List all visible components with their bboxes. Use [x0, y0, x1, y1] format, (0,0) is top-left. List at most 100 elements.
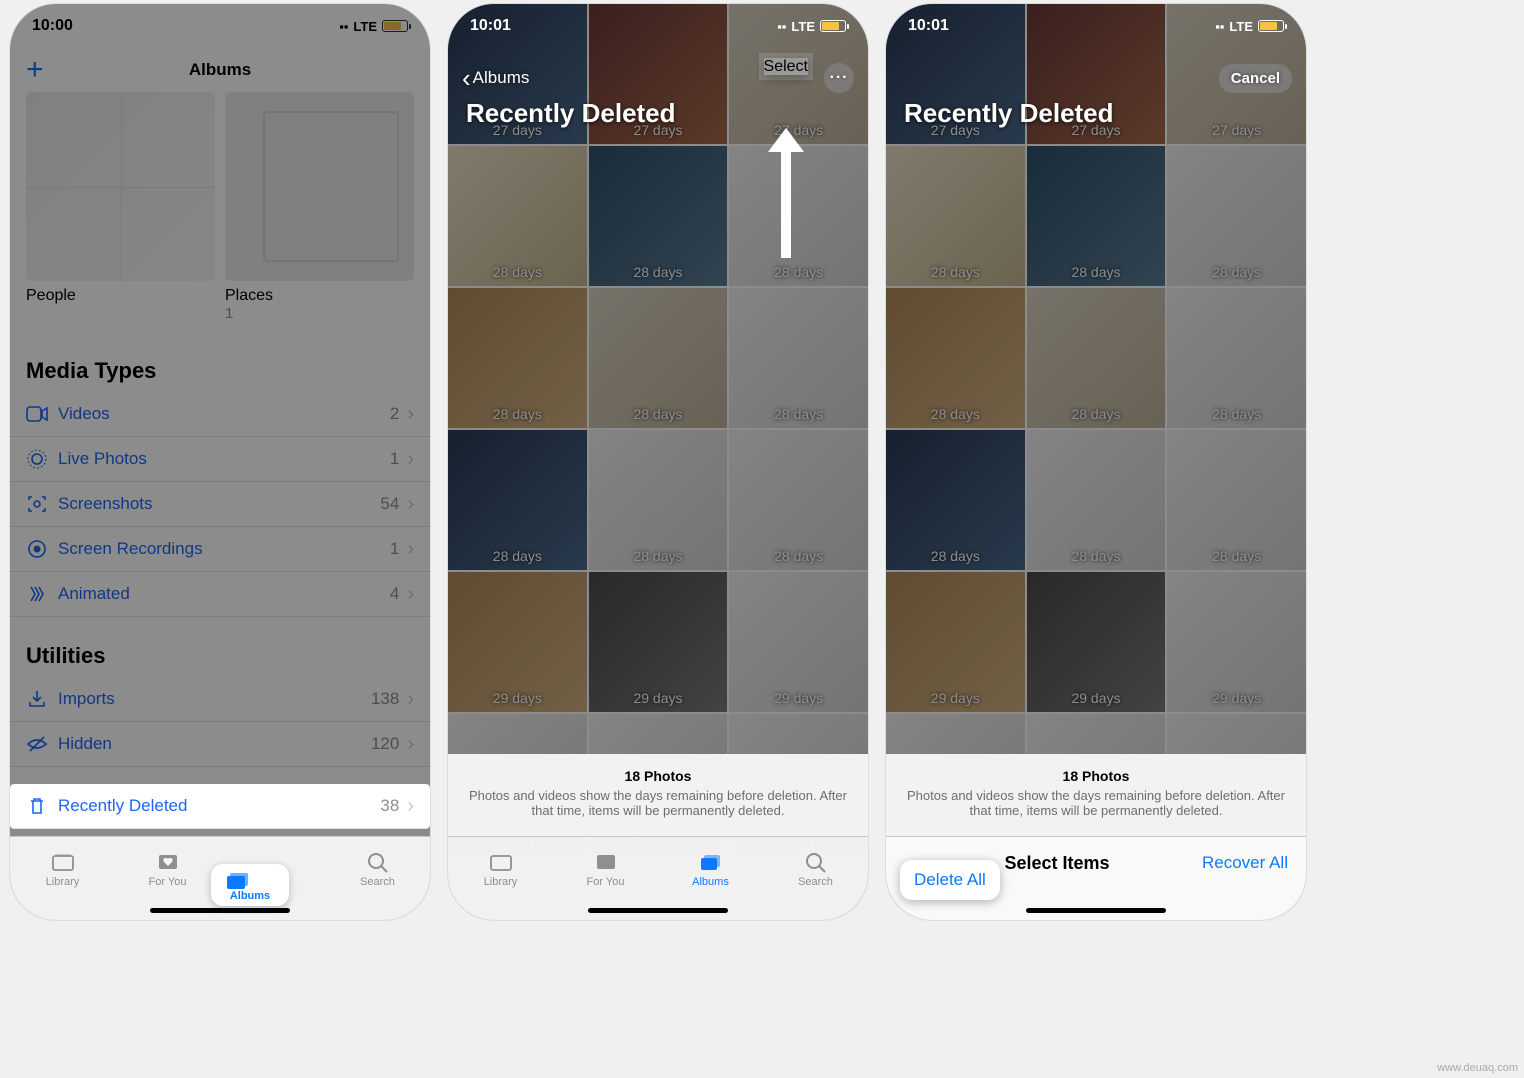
network-lte: LTE — [353, 19, 377, 34]
row-label: Animated — [58, 584, 390, 604]
tab-bar: Library For You Albums Search — [448, 836, 868, 920]
days-badge: 28 days — [448, 264, 587, 280]
tab-search[interactable]: Search — [325, 837, 430, 902]
days-badge: 28 days — [886, 406, 1025, 422]
footer-note: Photos and videos show the days remainin… — [907, 788, 1285, 818]
album-count: 1 — [225, 305, 414, 322]
home-indicator — [1026, 908, 1166, 913]
row-hidden[interactable]: Hidden 120 › — [10, 722, 430, 767]
albums-icon — [225, 870, 275, 890]
signal-icon: ▪▪ — [1215, 19, 1224, 34]
media-types-list: Videos 2 › Live Photos 1 › Screenshots 5… — [10, 392, 430, 617]
tab-label: Search — [798, 876, 833, 888]
recently-deleted-icon — [26, 795, 58, 817]
album-title: Recently Deleted — [466, 98, 676, 129]
chevron-right-icon: › — [407, 688, 414, 711]
tab-for-you[interactable]: For You — [115, 837, 220, 902]
photo-count: 18 Photos — [906, 768, 1286, 784]
chevron-right-icon: › — [407, 538, 414, 561]
row-label: Videos — [58, 404, 390, 424]
library-icon — [488, 851, 514, 873]
row-videos[interactable]: Videos 2 › — [10, 392, 430, 437]
days-badge: 28 days — [1167, 406, 1306, 422]
tab-search[interactable]: Search — [763, 837, 868, 902]
signal-icon: ▪▪ — [339, 19, 348, 34]
select-button-highlight[interactable]: Select — [764, 58, 808, 76]
days-badge: 28 days — [448, 406, 587, 422]
rd-footer: 18 Photos Photos and videos show the day… — [886, 754, 1306, 836]
tab-label: For You — [587, 876, 625, 888]
row-count: 1 — [390, 449, 399, 469]
battery-icon — [382, 20, 408, 32]
days-badge: 29 days — [1167, 690, 1306, 706]
home-indicator — [150, 908, 290, 913]
for-you-icon — [593, 851, 619, 873]
row-count: 54 — [380, 494, 399, 514]
days-badge: 28 days — [886, 264, 1025, 280]
album-label: People — [26, 287, 215, 305]
phone-panel-deleteall: 27 days 27 days 27 days 28 days 28 days … — [886, 4, 1306, 920]
chevron-right-icon: › — [407, 583, 414, 606]
tab-label: For You — [149, 876, 187, 888]
chevron-right-icon: › — [407, 493, 414, 516]
album-places[interactable]: Places 1 — [225, 92, 414, 322]
row-count: 2 — [390, 404, 399, 424]
chevron-right-icon: › — [407, 795, 414, 818]
recover-all-button[interactable]: Recover All — [1202, 853, 1288, 873]
row-count: 1 — [390, 539, 399, 559]
days-badge: 28 days — [729, 406, 868, 422]
tab-label: Search — [360, 876, 395, 888]
days-badge: 28 days — [729, 264, 868, 280]
status-bar: 10:01 ▪▪ LTE — [886, 4, 1306, 48]
row-animated[interactable]: Animated 4 › — [10, 572, 430, 617]
days-badge: 29 days — [448, 690, 587, 706]
row-count: 4 — [390, 584, 399, 604]
albums-icon — [698, 851, 724, 873]
days-badge: 28 days — [1167, 264, 1306, 280]
footer-note: Photos and videos show the days remainin… — [469, 788, 847, 818]
search-icon — [803, 851, 829, 873]
row-screen-recordings[interactable]: Screen Recordings 1 › — [10, 527, 430, 572]
tab-albums[interactable]: Albums — [658, 837, 763, 902]
phone-panel-albums: 10:00 ▪▪ LTE + Albums People Places — [10, 4, 430, 920]
album-people[interactable]: People — [26, 92, 215, 322]
rd-footer: 18 Photos Photos and videos show the day… — [448, 754, 868, 836]
photo-count: 18 Photos — [468, 768, 848, 784]
row-screenshots[interactable]: Screenshots 54 › — [10, 482, 430, 527]
back-button[interactable]: Albums — [473, 68, 530, 88]
back-chevron-icon[interactable]: ‹ — [462, 63, 471, 94]
chevron-right-icon: › — [407, 733, 414, 756]
cancel-button[interactable]: Cancel — [1219, 64, 1292, 93]
row-recently-deleted[interactable]: Recently Deleted 38 › — [10, 784, 430, 829]
for-you-icon — [155, 851, 181, 873]
tab-library[interactable]: Library — [10, 837, 115, 902]
delete-all-button[interactable]: Delete All — [900, 860, 1000, 900]
battery-icon — [1258, 20, 1284, 32]
row-label: Screen Recordings — [58, 539, 390, 559]
row-label: Screenshots — [58, 494, 380, 514]
row-label: Recently Deleted — [58, 796, 380, 816]
row-live-photos[interactable]: Live Photos 1 › — [10, 437, 430, 482]
days-badge: 27 days — [1167, 122, 1306, 138]
more-button[interactable]: ··· — [824, 63, 854, 93]
tab-albums-highlight[interactable]: Albums — [211, 864, 289, 906]
row-count: 38 — [380, 796, 399, 816]
days-badge: 29 days — [729, 690, 868, 706]
live-photos-icon — [26, 448, 58, 470]
battery-icon — [820, 20, 846, 32]
status-time: 10:00 — [32, 17, 73, 35]
select-items-label: Select Items — [1004, 853, 1109, 874]
row-imports[interactable]: Imports 138 › — [10, 677, 430, 722]
days-badge: 28 days — [1027, 264, 1166, 280]
tab-library[interactable]: Library — [448, 837, 553, 902]
tab-for-you[interactable]: For You — [553, 837, 658, 902]
delete-all-label: Delete All — [914, 870, 986, 889]
row-count: 138 — [371, 689, 399, 709]
watermark: www.deuaq.com — [1437, 1062, 1518, 1074]
days-badge: 27 days — [729, 122, 868, 138]
row-label: Live Photos — [58, 449, 390, 469]
select-button[interactable]: Select — [764, 58, 808, 75]
videos-icon — [26, 405, 58, 423]
signal-icon: ▪▪ — [777, 19, 786, 34]
album-thumb-people — [26, 92, 215, 281]
